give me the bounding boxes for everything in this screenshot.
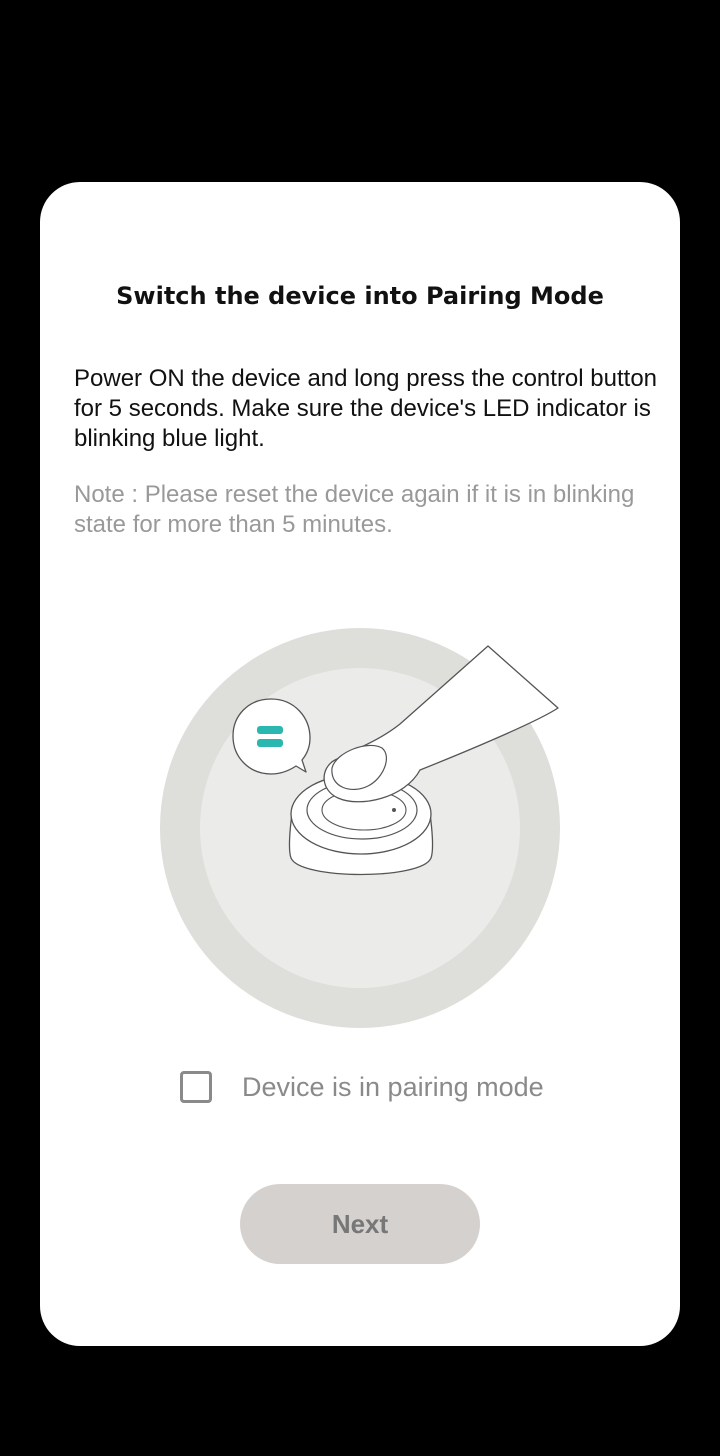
finger-pressing-button-illustration: [160, 628, 560, 1028]
led-indicator-bubble: [232, 698, 311, 775]
pairing-mode-dialog: Switch the device into Pairing Mode Powe…: [40, 182, 680, 1346]
pairing-instructions: Power ON the device and long press the c…: [74, 365, 658, 452]
next-button[interactable]: Next: [240, 1184, 480, 1264]
pairing-mode-checkbox[interactable]: [180, 1071, 212, 1103]
led-light-icon: [257, 726, 283, 734]
led-light-icon: [257, 739, 283, 747]
dialog-title: Switch the device into Pairing Mode: [116, 282, 604, 310]
reset-note: Note : Please reset the device again if …: [74, 481, 635, 538]
pairing-illustration: [160, 628, 560, 1028]
pairing-mode-checkbox-label[interactable]: Device is in pairing mode: [242, 1072, 544, 1103]
pairing-mode-checkbox-row[interactable]: Device is in pairing mode: [180, 1068, 544, 1106]
